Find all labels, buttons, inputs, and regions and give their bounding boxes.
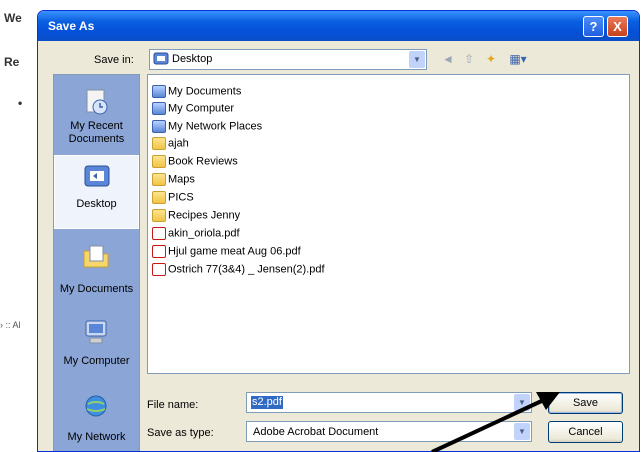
list-item[interactable]: My Documents (152, 85, 241, 102)
dialog-title: Save As (48, 19, 95, 33)
save-as-type-dropdown[interactable]: Adobe Acrobat Document ▼ (246, 421, 532, 442)
file-list[interactable]: My Documents My Computer My Network Plac… (147, 74, 630, 374)
save-in-label: Save in: (94, 54, 134, 66)
up-folder-icon[interactable]: ⇧ (460, 51, 478, 68)
pdf-file-icon (152, 227, 166, 240)
place-recent-documents[interactable]: My Recent Documents (54, 81, 139, 155)
folder-icon (152, 137, 166, 150)
cancel-button[interactable]: Cancel (548, 421, 623, 443)
file-name-value: s2.pdf (251, 396, 283, 409)
list-item[interactable]: akin_oriola.pdf (152, 227, 240, 244)
title-bar[interactable]: Save As ? X (38, 11, 639, 41)
back-icon[interactable]: ◄ (439, 51, 457, 68)
chevron-down-icon[interactable]: ▼ (514, 394, 530, 411)
list-item[interactable]: PICS (152, 191, 194, 208)
close-button[interactable]: X (607, 16, 628, 37)
background-text-re: Re (4, 55, 20, 69)
chevron-down-icon[interactable]: ▼ (409, 51, 425, 68)
desktop-icon (84, 165, 110, 187)
pdf-file-icon (152, 245, 166, 258)
network-icon (85, 395, 107, 417)
save-button[interactable]: Save (548, 392, 623, 414)
place-label: My Documents (59, 283, 134, 295)
save-in-value: Desktop (172, 53, 213, 65)
list-item[interactable]: My Network Places (152, 120, 262, 137)
background-text-we: We (4, 11, 22, 25)
chevron-down-icon[interactable]: ▼ (514, 423, 530, 440)
folder-icon (152, 209, 166, 222)
place-label: My Recent Documents (68, 120, 125, 145)
help-button[interactable]: ? (583, 16, 604, 37)
list-item[interactable]: Ostrich 77(3&4) _ Jensen(2).pdf (152, 263, 325, 280)
place-my-documents[interactable]: My Documents (54, 235, 139, 309)
list-item[interactable]: ajah (152, 137, 189, 154)
background-side-left: › :: Al (0, 320, 21, 330)
save-as-type-label: Save as type: (147, 427, 214, 439)
folder-icon (152, 191, 166, 204)
place-my-network[interactable]: My Network (54, 387, 139, 451)
recent-documents-icon (86, 89, 108, 115)
list-item[interactable]: Book Reviews (152, 155, 238, 172)
folder-icon (152, 173, 166, 186)
desktop-icon (153, 52, 169, 65)
list-item[interactable]: My Computer (152, 102, 234, 119)
save-as-dialog: Save As ? X Save in: Desktop ▼ ◄ ⇧ ✦ ▦▾ … (37, 10, 640, 452)
folder-icon (152, 155, 166, 168)
pdf-file-icon (152, 263, 166, 276)
network-places-icon (152, 120, 166, 133)
file-name-label: File name: (147, 399, 199, 411)
place-label: My Network (67, 431, 126, 443)
places-bar: My Recent Documents Desktop My Documents (53, 74, 140, 451)
my-computer-icon (152, 102, 166, 115)
place-my-computer[interactable]: My Computer (54, 311, 139, 385)
file-name-field[interactable] (246, 392, 532, 413)
my-documents-icon (83, 245, 109, 268)
list-item[interactable]: Maps (152, 173, 195, 190)
save-as-type-value: Adobe Acrobat Document (253, 426, 379, 438)
background-bullet: • (18, 96, 23, 110)
views-menu-icon[interactable]: ▦▾ (505, 51, 531, 68)
new-folder-icon[interactable]: ✦ (482, 51, 500, 68)
save-in-dropdown[interactable]: Desktop ▼ (149, 49, 427, 70)
list-item[interactable]: Hjul game meat Aug 06.pdf (152, 245, 301, 262)
my-computer-icon (85, 320, 107, 344)
place-label: My Computer (63, 355, 130, 367)
my-documents-icon (152, 85, 166, 98)
place-desktop[interactable]: Desktop (54, 155, 139, 229)
place-label: Desktop (76, 198, 117, 210)
list-item[interactable]: Recipes Jenny (152, 209, 240, 226)
